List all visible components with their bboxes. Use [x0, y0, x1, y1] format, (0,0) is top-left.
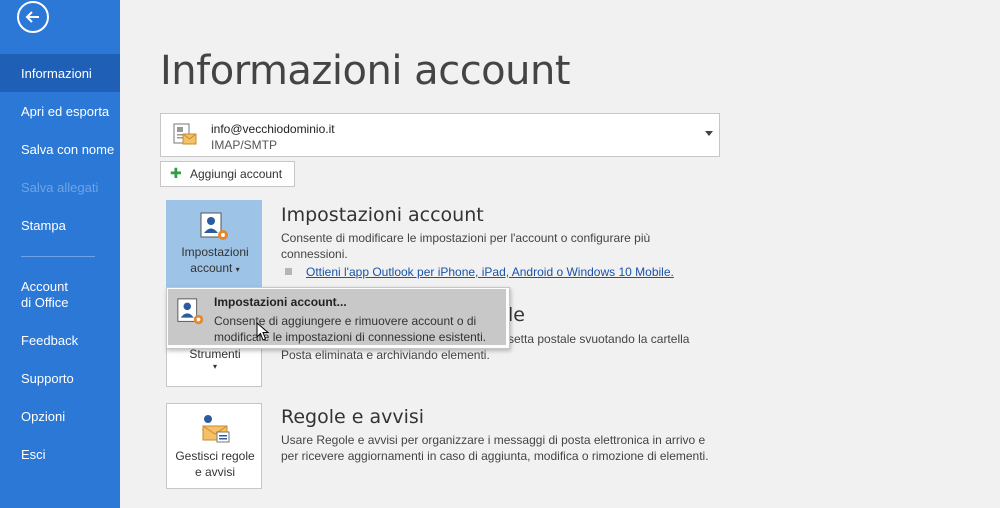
nav-esci[interactable]: Esci [0, 447, 120, 463]
back-button[interactable] [17, 1, 49, 33]
chevron-down-icon[interactable] [705, 131, 713, 136]
mouse-cursor-icon [256, 322, 270, 341]
chevron-down-icon: ▾ [235, 265, 240, 274]
account-settings-label-2: account ▾ [190, 261, 240, 275]
rules-title: Regole e avvisi [281, 406, 425, 428]
account-settings-description: Consente di modificare le impostazioni p… [281, 231, 651, 261]
manage-rules-button[interactable]: Gestisci regole e avvisi [166, 403, 262, 489]
nav-salva-allegati: Salva allegati [21, 180, 99, 195]
nav-account-office[interactable]: Account di Office [0, 279, 120, 311]
account-email: info@vecchiodominio.it [211, 122, 335, 136]
nav-divider [21, 256, 95, 257]
nav-opzioni[interactable]: Opzioni [0, 409, 120, 425]
account-settings-icon [200, 212, 228, 240]
tools-label: Strumenti [189, 347, 241, 361]
manage-rules-label-1: Gestisci regole [175, 449, 255, 463]
page-title: Informazioni account [160, 48, 571, 94]
manage-rules-label-2: e avvisi [194, 465, 235, 479]
back-arrow-icon [25, 11, 39, 23]
account-selector[interactable]: info@vecchiodominio.it IMAP/SMTP [160, 113, 720, 157]
account-type: IMAP/SMTP [211, 138, 278, 152]
nav-feedback[interactable]: Feedback [0, 333, 120, 349]
cleanup-description-line2: Posta eliminata e archiviando elementi. [281, 348, 490, 362]
rules-alerts-icon [202, 415, 230, 443]
nav-salva-con-nome[interactable]: Salva con nome [0, 142, 120, 158]
bullet-icon [285, 268, 292, 275]
account-mail-icon [173, 123, 197, 145]
nav-supporto[interactable]: Supporto [0, 371, 120, 387]
dropdown-item-title: Impostazioni account... [214, 295, 347, 309]
nav-informazioni[interactable]: Informazioni [0, 54, 120, 92]
account-settings-button[interactable]: Impostazioni account ▾ [166, 200, 262, 288]
account-settings-dropdown: Impostazioni account... Consente di aggi… [166, 287, 510, 349]
rules-description: Usare Regole e avvisi per organizzare i … [281, 433, 709, 463]
backstage-sidebar: Informazioni Apri ed esporta Salva con n… [0, 0, 120, 508]
cleanup-description-line1: setta postale svuotando la cartella [508, 332, 690, 346]
chevron-down-icon: ▾ [212, 362, 217, 371]
account-settings-title: Impostazioni account [281, 204, 484, 226]
dropdown-item-account-settings[interactable]: Impostazioni account... Consente di aggi… [168, 289, 506, 345]
plus-icon: ✚ [170, 165, 182, 181]
account-settings-label-1: Impostazioni [181, 245, 249, 259]
cleanup-title-fragment: le [508, 304, 525, 326]
nav-apri-esporta[interactable]: Apri ed esporta [0, 104, 120, 120]
add-account-label: Aggiungi account [190, 167, 283, 181]
account-settings-icon [177, 298, 204, 325]
nav-stampa[interactable]: Stampa [0, 218, 120, 234]
add-account-button[interactable]: ✚ Aggiungi account [160, 161, 295, 187]
outlook-mobile-link[interactable]: Ottieni l'app Outlook per iPhone, iPad, … [306, 265, 674, 279]
